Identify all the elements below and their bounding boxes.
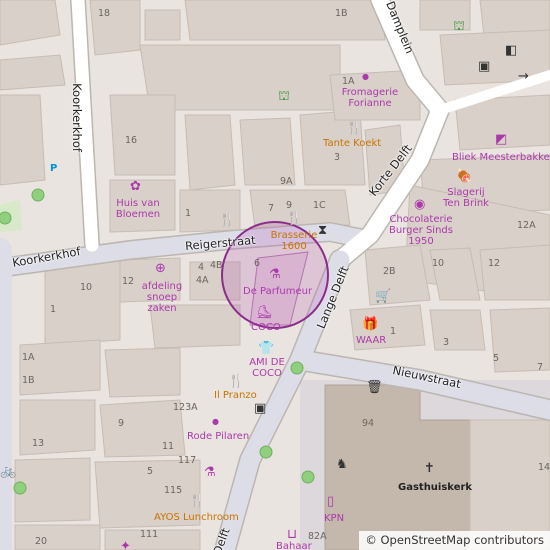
- perfume-icon[interactable]: ⚗: [204, 466, 216, 479]
- house-number: 9: [118, 418, 125, 429]
- house-number: 4: [198, 262, 205, 273]
- house-number: 14: [538, 462, 550, 473]
- restaurant-icon[interactable]: 🍴: [346, 122, 362, 135]
- cart-icon[interactable]: 🛒: [375, 290, 391, 303]
- house-number: 9A: [280, 176, 293, 187]
- house-number: 2B: [383, 266, 396, 277]
- shoe-icon[interactable]: ⛸: [256, 306, 273, 319]
- house-number: 5: [493, 353, 500, 364]
- poi-label-kpn[interactable]: KPN: [324, 513, 344, 524]
- parking-label[interactable]: P: [50, 163, 57, 174]
- house-number: 12: [122, 276, 135, 287]
- poi-label-fromagerie-forianne[interactable]: Fromagerie Forianne: [335, 87, 405, 109]
- restaurant-icon[interactable]: 🍴: [228, 375, 244, 388]
- house-number: 3: [443, 337, 450, 348]
- poi-label-gasthuiskerk[interactable]: Gasthuiskerk: [398, 482, 472, 493]
- house-number: 4A: [196, 275, 209, 286]
- house-number: 11: [162, 441, 175, 452]
- map-attribution[interactable]: © OpenStreetMap contributors: [359, 531, 550, 550]
- house-number: 7: [537, 362, 544, 373]
- house-number: 4B: [210, 260, 223, 271]
- house-number: 1A: [22, 352, 35, 363]
- poi-label-il-pranzo[interactable]: Il Pranzo: [214, 390, 257, 401]
- butcher-icon[interactable]: 🍖: [456, 170, 472, 183]
- poi-label-slagerij-ten-brink[interactable]: Slagerij Ten Brink: [441, 187, 491, 209]
- clothes-icon[interactable]: 👕: [258, 342, 274, 355]
- copyright-symbol: ©: [365, 533, 377, 547]
- poi-label-rode-pilaren[interactable]: Rode Pilaren: [187, 431, 249, 442]
- house-number: 94: [362, 418, 375, 429]
- toy-horse-icon[interactable]: ♞: [336, 458, 348, 471]
- confectionery-icon[interactable]: ◉: [414, 198, 425, 211]
- florist-icon[interactable]: ✿: [130, 180, 141, 193]
- arrow-icon: →: [518, 69, 529, 84]
- house-number: 5: [147, 466, 154, 477]
- shopping-basket-icon[interactable]: ⊔: [287, 528, 297, 541]
- house-number: 115: [164, 485, 183, 496]
- house-number: 117: [178, 455, 197, 466]
- shop-dot-icon[interactable]: ●: [362, 70, 369, 83]
- house-number: 1B: [335, 8, 348, 19]
- map-canvas[interactable]: Reigerstraat Koorkerkhof Koorkerkhof Dam…: [0, 0, 550, 550]
- church-cross-icon[interactable]: ✝: [424, 462, 435, 475]
- house-number: 20: [35, 536, 48, 547]
- house-number: 6: [254, 258, 261, 269]
- street-label-koorkerkhof-vertical: Koorkerkhof: [69, 83, 84, 152]
- poi-label-waar[interactable]: WAAR: [356, 335, 386, 346]
- house-number: 18: [98, 8, 111, 19]
- house-number: 1B: [22, 375, 35, 386]
- mobile-phone-icon[interactable]: ▯: [327, 495, 334, 508]
- poi-label-huis-van-bloemen[interactable]: Huis van Bloemen: [112, 198, 164, 220]
- house-number: 9: [286, 200, 293, 211]
- post-icon[interactable]: ▣: [478, 60, 490, 73]
- house-number: 10: [432, 258, 445, 269]
- house-number: 13: [32, 438, 45, 449]
- museum-icon[interactable]: ⛫: [453, 20, 465, 33]
- house-number: 12A: [517, 220, 536, 231]
- house-number: 10: [80, 282, 93, 293]
- shop-dot-icon[interactable]: ✦: [120, 540, 131, 550]
- poi-label-afdeling-snoep-zaken[interactable]: afdeling snoep zaken: [140, 281, 184, 314]
- poi-label-coco[interactable]: COCO: [251, 322, 281, 333]
- candy-icon[interactable]: ⊕: [155, 262, 166, 275]
- bakery-icon[interactable]: ◩: [495, 133, 507, 146]
- bank-icon[interactable]: ▣: [254, 402, 266, 415]
- restaurant-icon[interactable]: 🍴: [219, 214, 235, 227]
- library-icon[interactable]: ◧: [505, 44, 517, 57]
- house-number: 123A: [173, 402, 198, 413]
- poi-label-bahaar[interactable]: Bahaar: [276, 541, 312, 550]
- poi-label-de-parfumeur[interactable]: De Parfumeur: [243, 286, 312, 297]
- poi-label-ami-de-coco[interactable]: AMI DE COCO: [246, 357, 288, 379]
- perfume-icon[interactable]: ⚗: [269, 268, 281, 281]
- house-number: 1: [50, 304, 57, 315]
- house-number: 12: [488, 258, 501, 269]
- poi-label-tante-koekt[interactable]: Tante Koekt: [323, 138, 381, 149]
- house-number: 1: [185, 208, 192, 219]
- waste-basket-icon: 🗑: [366, 380, 383, 395]
- house-number: 1C: [313, 200, 326, 211]
- gift-icon[interactable]: 🎁: [362, 318, 378, 331]
- house-number: 1A: [342, 76, 355, 87]
- poi-label-chocolaterie-burger[interactable]: Chocolaterie Burger Sinds 1950: [388, 214, 454, 247]
- house-number: 1: [390, 326, 397, 337]
- museum-icon[interactable]: ⛫: [278, 90, 290, 103]
- restaurant-icon[interactable]: 🍴: [286, 212, 302, 225]
- house-number: 111: [140, 529, 159, 540]
- house-number: 7: [268, 203, 275, 214]
- attribution-text: OpenStreetMap contributors: [380, 533, 544, 547]
- house-number: 3: [334, 152, 341, 163]
- poi-label-bliek-meesterbakkers[interactable]: Bliek Meesterbakkers: [452, 152, 550, 163]
- bicycle-parking-icon[interactable]: 🚲: [0, 465, 16, 478]
- poi-label-brasserie-1600[interactable]: Brasserie 1600: [268, 230, 320, 252]
- poi-label-ayos-lunchroom[interactable]: AYOS Lunchroom: [154, 512, 239, 523]
- house-number: 16: [125, 135, 138, 146]
- shop-dot-icon[interactable]: ●: [212, 415, 219, 428]
- restaurant-icon[interactable]: 🍴: [189, 495, 205, 508]
